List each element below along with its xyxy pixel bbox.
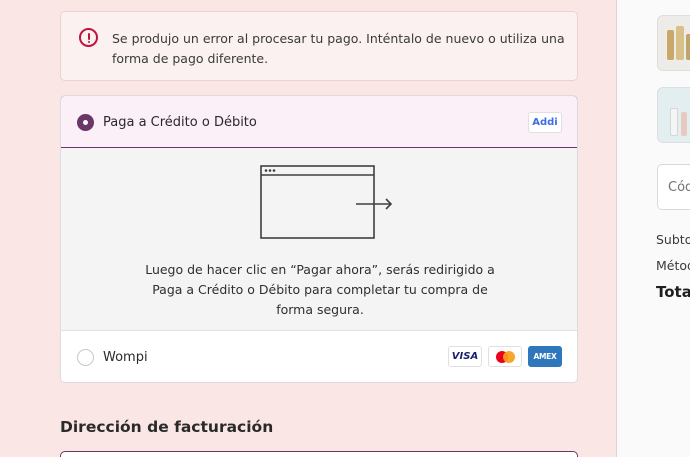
order-summary: Cód Subto Métod Total [617, 0, 690, 457]
redirect-notice: Luego de hacer clic en “Pagar ahora”, se… [61, 148, 577, 331]
subtotal-label: Subto [656, 232, 690, 247]
total-label: Total [656, 283, 690, 301]
discount-code-input[interactable]: Cód [657, 164, 690, 210]
addi-logo-icon: Addi [528, 112, 562, 133]
error-alert-icon [79, 28, 98, 47]
wompi-option-label: Wompi [103, 350, 148, 365]
addi-option-label: Paga a Crédito o Débito [103, 115, 257, 130]
payment-error-banner: Se produjo un error al procesar tu pago.… [60, 11, 578, 81]
billing-address-heading: Dirección de facturación [60, 418, 274, 436]
redirect-description: Luego de hacer clic en “Pagar ahora”, se… [145, 262, 495, 317]
billing-address-selector[interactable] [60, 451, 578, 457]
checkout-main: Se produjo un error al procesar tu pago.… [0, 0, 617, 457]
visa-icon: VISA [448, 346, 482, 367]
payment-methods: Paga a Crédito o Débito Addi Luego de ha… [60, 95, 578, 383]
shipping-label: Métod [656, 258, 690, 273]
payment-option-wompi[interactable]: Wompi VISA AMEX [61, 332, 577, 382]
product-thumbnail [657, 15, 690, 71]
browser-redirect-icon [260, 165, 393, 239]
amex-icon: AMEX [528, 346, 562, 367]
mastercard-icon [488, 346, 522, 367]
wompi-radio[interactable] [77, 349, 94, 366]
addi-radio[interactable] [77, 114, 94, 131]
product-thumbnail [657, 87, 690, 143]
payment-option-addi[interactable]: Paga a Crédito o Débito Addi [61, 96, 577, 148]
error-message: Se produjo un error al procesar tu pago.… [112, 31, 565, 66]
